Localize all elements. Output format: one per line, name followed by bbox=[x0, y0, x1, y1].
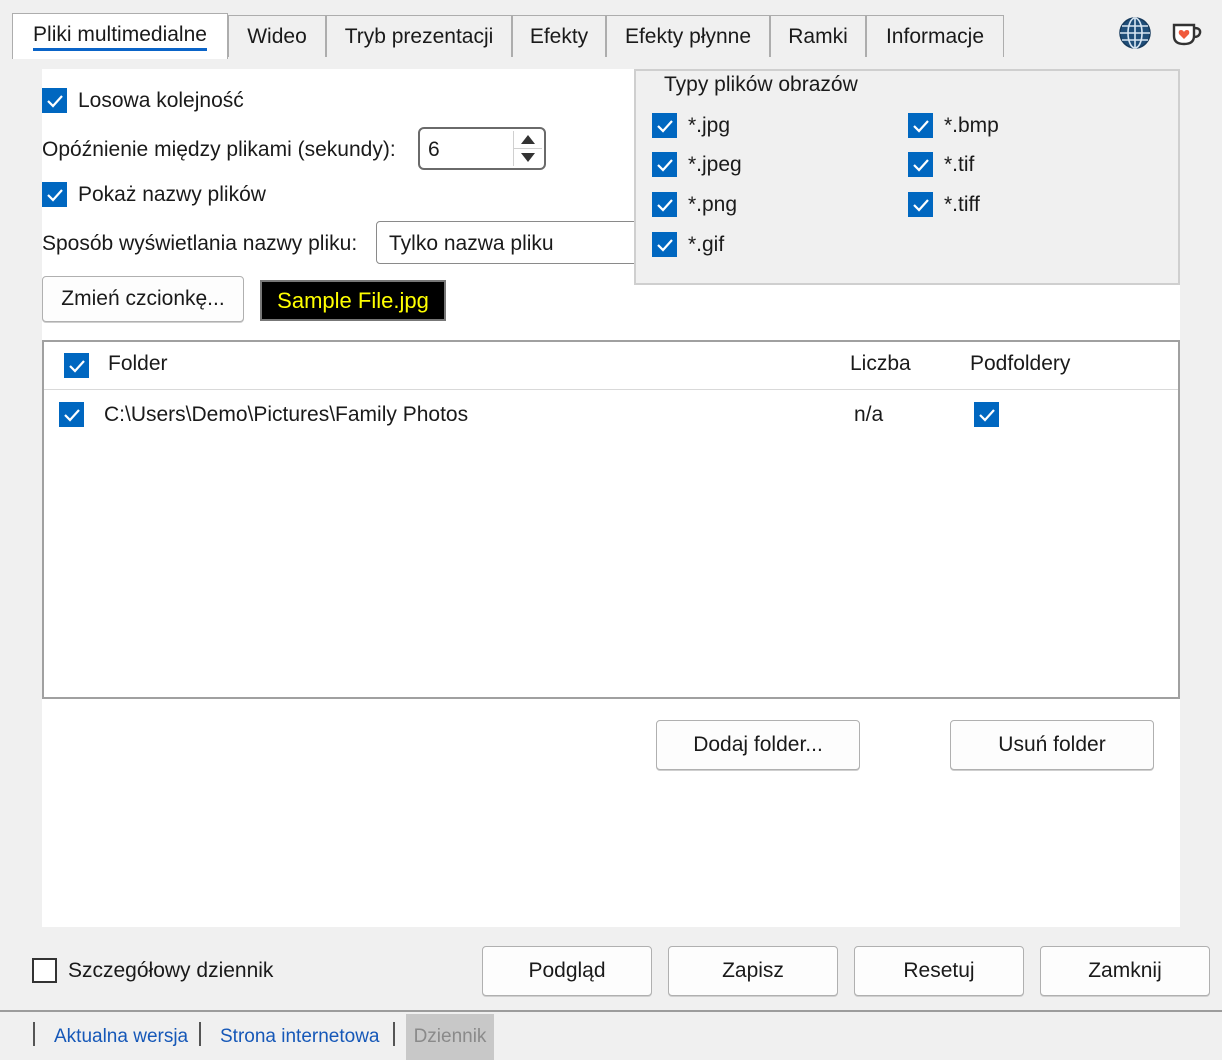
folder-list[interactable]: Folder Liczba Podfoldery C:\Users\Demo\P… bbox=[42, 340, 1180, 699]
reset-button[interactable]: Resetuj bbox=[854, 946, 1024, 996]
row-subfolders-checkbox[interactable] bbox=[974, 402, 999, 427]
row-count: n/a bbox=[854, 403, 884, 426]
tab-label: Tryb prezentacji bbox=[344, 24, 494, 48]
font-sample-text: Sample File.jpg bbox=[277, 287, 429, 313]
add-folder-button[interactable]: Dodaj folder... bbox=[656, 720, 860, 770]
coffee-heart-icon[interactable] bbox=[1170, 16, 1204, 50]
verbose-log-checkbox[interactable] bbox=[32, 958, 57, 983]
type-gif-checkbox[interactable] bbox=[652, 232, 677, 257]
website-link[interactable]: Strona internetowa bbox=[220, 1026, 380, 1048]
type-gif-label: *.gif bbox=[688, 233, 725, 256]
reset-label: Resetuj bbox=[903, 959, 975, 982]
name-display-label: Sposób wyświetlania nazwy pliku: bbox=[42, 232, 358, 255]
image-types-title: Typy plików obrazów bbox=[656, 73, 866, 97]
tab-effects[interactable]: Efekty bbox=[512, 15, 606, 57]
tab-label: Efekty bbox=[529, 24, 589, 48]
spin-down-icon[interactable] bbox=[514, 149, 542, 166]
status-separator bbox=[33, 1022, 35, 1046]
type-bmp-label: *.bmp bbox=[944, 114, 999, 137]
change-font-label: Zmień czcionkę... bbox=[61, 287, 225, 310]
tab-video[interactable]: Wideo bbox=[228, 15, 326, 57]
log-button[interactable]: Dziennik bbox=[406, 1014, 494, 1060]
folder-list-header: Folder Liczba Podfoldery bbox=[44, 342, 1178, 390]
column-folder[interactable]: Folder bbox=[108, 352, 168, 376]
column-count[interactable]: Liczba bbox=[850, 352, 911, 376]
preview-label: Podgląd bbox=[528, 959, 606, 982]
status-bar: Aktualna wersja Strona internetowa Dzien… bbox=[0, 1010, 1222, 1060]
tab-media-files[interactable]: Pliki multimedialne bbox=[12, 13, 228, 59]
delay-spinbox[interactable]: 6 bbox=[418, 127, 546, 170]
remove-folder-button[interactable]: Usuń folder bbox=[950, 720, 1154, 770]
name-display-select[interactable]: Tylko nazwa pliku bbox=[376, 221, 676, 264]
current-version-link[interactable]: Aktualna wersja bbox=[54, 1026, 188, 1048]
add-folder-label: Dodaj folder... bbox=[693, 733, 823, 756]
tab-label: Ramki bbox=[788, 24, 848, 48]
spin-up-icon[interactable] bbox=[514, 131, 542, 149]
type-jpg-checkbox[interactable] bbox=[652, 113, 677, 138]
column-subfolders[interactable]: Podfoldery bbox=[970, 352, 1070, 376]
type-png-checkbox[interactable] bbox=[652, 192, 677, 217]
table-row[interactable]: C:\Users\Demo\Pictures\Family Photos n/a bbox=[44, 390, 1178, 436]
log-label: Dziennik bbox=[413, 1026, 487, 1047]
type-bmp-checkbox[interactable] bbox=[908, 113, 933, 138]
close-label: Zamknij bbox=[1088, 959, 1162, 982]
type-tif-label: *.tif bbox=[944, 153, 975, 176]
tab-label: Informacje bbox=[885, 24, 985, 48]
type-tif-checkbox[interactable] bbox=[908, 152, 933, 177]
random-order-checkbox[interactable] bbox=[42, 88, 67, 113]
show-names-label: Pokaż nazwy plików bbox=[78, 183, 266, 206]
tab-label: Efekty płynne bbox=[624, 24, 752, 48]
select-all-checkbox[interactable] bbox=[64, 353, 89, 378]
status-separator bbox=[199, 1022, 201, 1046]
row-checkbox[interactable] bbox=[59, 402, 84, 427]
tab-label: Pliki multimedialne bbox=[33, 23, 207, 51]
save-button[interactable]: Zapisz bbox=[668, 946, 838, 996]
tab-frames[interactable]: Ramki bbox=[770, 15, 866, 57]
tab-information[interactable]: Informacje bbox=[866, 15, 1004, 57]
save-label: Zapisz bbox=[722, 959, 784, 982]
delay-label: Opóźnienie między plikami (sekundy): bbox=[42, 138, 396, 161]
remove-folder-label: Usuń folder bbox=[998, 733, 1106, 756]
type-tiff-checkbox[interactable] bbox=[908, 192, 933, 217]
tab-label: Wideo bbox=[247, 24, 307, 48]
preview-button[interactable]: Podgląd bbox=[482, 946, 652, 996]
tab-smooth-effects[interactable]: Efekty płynne bbox=[606, 15, 770, 57]
delay-value: 6 bbox=[428, 138, 440, 161]
type-tiff-label: *.tiff bbox=[944, 193, 980, 216]
type-png-label: *.png bbox=[688, 193, 738, 216]
type-jpg-label: *.jpg bbox=[688, 114, 731, 137]
row-folder-path: C:\Users\Demo\Pictures\Family Photos bbox=[104, 403, 469, 426]
status-separator bbox=[393, 1022, 395, 1046]
globe-icon[interactable] bbox=[1118, 16, 1152, 50]
random-order-label: Losowa kolejność bbox=[78, 89, 244, 112]
tab-presentation-mode[interactable]: Tryb prezentacji bbox=[326, 15, 512, 57]
close-button[interactable]: Zamknij bbox=[1040, 946, 1210, 996]
change-font-button[interactable]: Zmień czcionkę... bbox=[42, 276, 244, 322]
type-jpeg-label: *.jpeg bbox=[688, 153, 742, 176]
verbose-log-label: Szczegółowy dziennik bbox=[68, 959, 274, 982]
type-jpeg-checkbox[interactable] bbox=[652, 152, 677, 177]
font-sample: Sample File.jpg bbox=[260, 280, 446, 321]
spin-buttons bbox=[513, 131, 542, 166]
show-names-checkbox[interactable] bbox=[42, 182, 67, 207]
name-display-value: Tylko nazwa pliku bbox=[389, 232, 554, 255]
